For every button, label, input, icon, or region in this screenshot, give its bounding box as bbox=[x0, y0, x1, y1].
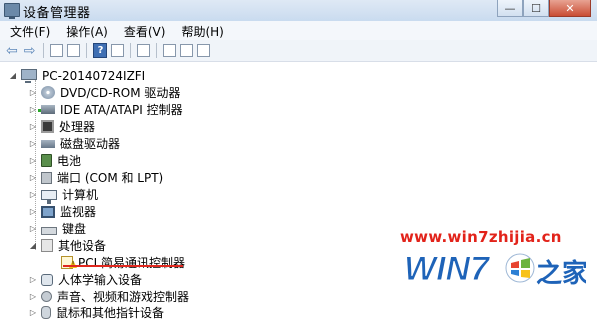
tree-item-pci-controller[interactable]: PCI 简易通讯控制器 bbox=[58, 254, 185, 271]
unknown-device-warning-icon bbox=[61, 256, 73, 269]
window-controls: — ☐ ✕ bbox=[497, 0, 591, 17]
toolbar-separator bbox=[86, 43, 88, 58]
update-driver-icon[interactable] bbox=[163, 44, 177, 57]
hid-icon bbox=[41, 273, 53, 286]
tree-root-label: PC-20140724IZFI bbox=[42, 68, 146, 83]
watermark-url: www.win7zhijia.cn bbox=[400, 228, 562, 246]
expand-icon[interactable]: ▷ bbox=[28, 207, 38, 216]
monitor-icon bbox=[41, 205, 55, 218]
uninstall-icon[interactable] bbox=[180, 44, 194, 57]
tree-item-label: 监视器 bbox=[60, 205, 97, 219]
highlight-underline bbox=[63, 265, 183, 267]
tree-item-ide[interactable]: ▷ IDE ATA/ATAPI 控制器 bbox=[28, 101, 183, 118]
tree-item-label: 声音、视频和游戏控制器 bbox=[57, 290, 190, 304]
port-icon bbox=[41, 171, 52, 184]
disc-drive-icon bbox=[41, 86, 55, 99]
tree-item-label: 端口 (COM 和 LPT) bbox=[57, 171, 164, 185]
tree-item-label: 其他设备 bbox=[58, 239, 107, 253]
toolbar-separator bbox=[130, 43, 132, 58]
tree-view-icon[interactable] bbox=[50, 44, 64, 57]
tree-item-dvd[interactable]: ▷ DVD/CD-ROM 驱动器 bbox=[28, 84, 180, 101]
back-arrow-icon[interactable]: ⇦ bbox=[6, 43, 18, 59]
minimize-button[interactable]: — bbox=[497, 0, 523, 17]
window-title: 设备管理器 bbox=[23, 6, 91, 21]
battery-icon bbox=[41, 154, 52, 167]
tree-item-ports[interactable]: ▷ 端口 (COM 和 LPT) bbox=[28, 169, 163, 186]
tree-item-sound[interactable]: ▷ 声音、视频和游戏控制器 bbox=[28, 288, 189, 305]
expand-icon[interactable]: ▷ bbox=[28, 173, 38, 182]
win7-logo: WIN7 之家 bbox=[404, 250, 586, 290]
properties-icon[interactable] bbox=[111, 44, 125, 57]
expand-icon[interactable]: ▷ bbox=[28, 122, 38, 131]
sound-icon bbox=[41, 291, 52, 302]
tree-item-keyboard[interactable]: ▷ 键盘 bbox=[28, 220, 86, 237]
toolbar-separator bbox=[156, 43, 158, 58]
logo-suffix-text: 之家 bbox=[536, 258, 586, 289]
tree-item-label: 计算机 bbox=[62, 188, 99, 202]
other-devices-icon bbox=[41, 239, 53, 252]
tree-item-disk[interactable]: ▷ 磁盘驱动器 bbox=[28, 135, 120, 152]
device-manager-icon bbox=[4, 3, 20, 19]
forward-arrow-icon[interactable]: ⇨ bbox=[24, 43, 36, 59]
menu-file[interactable]: 文件(F) bbox=[0, 21, 56, 40]
expand-icon[interactable]: ▷ bbox=[28, 156, 38, 165]
mouse-icon bbox=[41, 306, 51, 319]
keyboard-icon bbox=[41, 226, 57, 235]
expand-icon[interactable]: ▷ bbox=[28, 292, 38, 301]
close-button[interactable]: ✕ bbox=[549, 0, 591, 17]
expand-icon[interactable]: ▷ bbox=[28, 190, 38, 199]
computer-icon bbox=[41, 189, 57, 204]
maximize-button[interactable]: ☐ bbox=[523, 0, 549, 17]
list-view-icon[interactable] bbox=[67, 44, 81, 57]
collapse-icon[interactable]: ◢ bbox=[8, 71, 18, 80]
disable-icon[interactable] bbox=[197, 44, 211, 57]
collapse-icon[interactable]: ◢ bbox=[28, 241, 38, 250]
expand-icon[interactable]: ▷ bbox=[28, 88, 38, 97]
tree-item-label: 电池 bbox=[57, 154, 82, 168]
logo-win7-text: WIN7 bbox=[404, 250, 491, 288]
tree-item-battery[interactable]: ▷ 电池 bbox=[28, 152, 81, 169]
tree-item-label: DVD/CD-ROM 驱动器 bbox=[60, 86, 181, 100]
title-bar: 设备管理器 — ☐ ✕ bbox=[0, 0, 597, 22]
tree-item-monitor[interactable]: ▷ 监视器 bbox=[28, 203, 96, 220]
menu-action[interactable]: 操作(A) bbox=[56, 21, 114, 40]
toolbar: ⇦ ⇨ ? bbox=[0, 40, 597, 62]
menu-view[interactable]: 查看(V) bbox=[114, 21, 172, 40]
tree-item-label: PCI 简易通讯控制器 bbox=[78, 256, 185, 270]
computer-root-icon bbox=[21, 69, 37, 83]
tree-item-label: 处理器 bbox=[59, 120, 96, 134]
help-icon[interactable]: ? bbox=[93, 43, 108, 58]
tree-item-processor[interactable]: ▷ 处理器 bbox=[28, 118, 95, 135]
expand-icon[interactable]: ▷ bbox=[28, 275, 38, 284]
ide-controller-icon bbox=[38, 105, 55, 114]
expand-icon[interactable]: ▷ bbox=[28, 308, 38, 317]
tree-item-label: IDE ATA/ATAPI 控制器 bbox=[60, 103, 183, 117]
expand-icon[interactable]: ▷ bbox=[28, 224, 38, 233]
disk-drive-icon bbox=[41, 139, 55, 148]
tree-item-other-devices[interactable]: ◢ 其他设备 bbox=[28, 237, 106, 254]
expand-icon[interactable]: ▷ bbox=[28, 139, 38, 148]
processor-icon bbox=[41, 120, 54, 133]
tree-item-label: 键盘 bbox=[62, 222, 87, 236]
tree-item-label: 磁盘驱动器 bbox=[60, 137, 121, 151]
scan-hardware-icon[interactable] bbox=[137, 44, 151, 57]
expand-icon[interactable]: ▷ bbox=[28, 105, 38, 114]
toolbar-separator bbox=[43, 43, 45, 58]
menu-help[interactable]: 帮助(H) bbox=[171, 21, 229, 40]
tree-item-label: 人体学输入设备 bbox=[58, 273, 143, 287]
windows-flag-icon bbox=[505, 253, 535, 283]
tree-item-hid[interactable]: ▷ 人体学输入设备 bbox=[28, 271, 142, 288]
tree-item-computer[interactable]: ▷ 计算机 bbox=[28, 186, 99, 204]
menu-bar: 文件(F) 操作(A) 查看(V) 帮助(H) bbox=[0, 21, 597, 40]
tree-root[interactable]: ◢ PC-20140724IZFI bbox=[8, 67, 145, 84]
